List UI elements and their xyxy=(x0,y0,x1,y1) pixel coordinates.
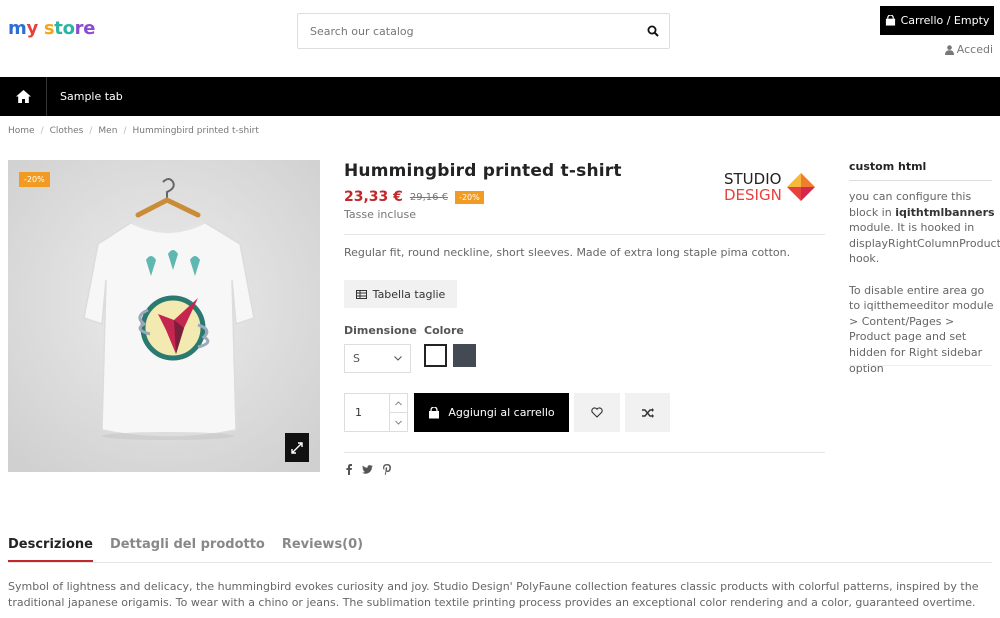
login-label: Accedi xyxy=(956,43,993,56)
home-icon xyxy=(15,90,31,103)
wishlist-button[interactable] xyxy=(574,393,620,432)
product-title: Hummingbird printed t-shirt xyxy=(344,161,622,181)
breadcrumb-separator: / xyxy=(40,126,44,136)
store-logo[interactable]: my store xyxy=(8,18,95,39)
twitter-icon[interactable] xyxy=(362,465,373,474)
chevron-down-icon xyxy=(394,356,402,361)
color-swatch-grey[interactable] xyxy=(453,344,476,367)
search-button[interactable] xyxy=(637,14,669,48)
pinterest-icon[interactable] xyxy=(383,464,391,475)
logo-part: to xyxy=(54,18,75,39)
breadcrumb-separator: / xyxy=(123,126,127,136)
sidebar-text-part: module. It is hooked in displayRightColu… xyxy=(849,221,1000,266)
divider xyxy=(849,180,992,181)
size-select[interactable]: S xyxy=(344,344,411,373)
expand-icon xyxy=(291,441,303,454)
home-nav-button[interactable] xyxy=(0,77,47,116)
tab-dettagli[interactable]: Dettagli del prodotto xyxy=(110,537,265,562)
brand-name: STUDIO DESIGN xyxy=(724,171,782,203)
facebook-icon[interactable] xyxy=(346,464,352,475)
shopping-bag-icon xyxy=(429,406,440,418)
tab-reviews[interactable]: Reviews(0) xyxy=(282,537,363,562)
breadcrumb-clothes[interactable]: Clothes xyxy=(50,126,84,136)
size-chart-button[interactable]: Tabella taglie xyxy=(344,280,457,308)
search-bar[interactable]: Search our catalog xyxy=(297,13,670,49)
brand-line-1: STUDIO xyxy=(724,170,782,188)
size-value: S xyxy=(353,352,360,365)
brand-line-2: DESIGN xyxy=(724,186,782,204)
discount-tag: -20% xyxy=(455,190,484,204)
search-input[interactable]: Search our catalog xyxy=(298,25,637,38)
tab-descrizione[interactable]: Descrizione xyxy=(8,537,93,562)
add-to-cart-label: Aggiungi al carrello xyxy=(448,406,555,419)
breadcrumb-current: Hummingbird printed t-shirt xyxy=(132,126,259,136)
size-label: Dimensione xyxy=(344,324,417,337)
shuffle-icon xyxy=(641,407,654,418)
chevron-up-icon xyxy=(395,400,402,405)
login-link[interactable]: Accedi xyxy=(944,43,993,56)
table-icon xyxy=(355,289,367,299)
current-price: 23,33 € xyxy=(344,189,403,205)
breadcrumb-home[interactable]: Home xyxy=(8,126,35,136)
sidebar-module-name: iqithtmlbanners xyxy=(895,205,995,219)
nav-sample-tab[interactable]: Sample tab xyxy=(47,90,123,103)
divider xyxy=(344,452,825,453)
logo-part: re xyxy=(74,18,96,39)
sidebar-title: custom html xyxy=(849,160,927,173)
main-navbar: Sample tab xyxy=(0,77,1000,116)
color-swatch-white[interactable] xyxy=(424,344,447,367)
divider xyxy=(849,365,992,366)
quantity-value[interactable]: 1 xyxy=(345,394,389,431)
logo-part: m xyxy=(8,18,27,39)
color-label: Colore xyxy=(424,324,464,337)
search-icon xyxy=(647,25,659,37)
compare-button[interactable] xyxy=(625,393,670,432)
price-block: 23,33 € 29,16 € -20% xyxy=(344,189,484,205)
diamond-icon xyxy=(786,173,815,201)
chevron-down-icon xyxy=(395,420,402,425)
logo-part: s xyxy=(37,18,55,39)
quantity-increase-button[interactable] xyxy=(390,394,407,413)
sidebar-paragraph: To disable entire area go to iqitthemeed… xyxy=(849,283,994,375)
shopping-bag-icon xyxy=(885,15,895,26)
size-chart-label: Tabella taglie xyxy=(372,287,446,301)
quantity-arrows xyxy=(389,394,407,431)
cart-label: Carrello / Empty xyxy=(900,14,990,27)
breadcrumb: Home / Clothes / Men / Hummingbird print… xyxy=(8,126,259,136)
add-to-cart-button[interactable]: Aggiungi al carrello xyxy=(414,393,569,432)
product-tabs: Descrizione Dettagli del prodotto Review… xyxy=(8,537,363,562)
divider xyxy=(344,234,825,235)
user-icon xyxy=(944,44,954,55)
breadcrumb-men[interactable]: Men xyxy=(98,126,117,136)
social-share xyxy=(346,464,391,475)
short-description: Regular fit, round neckline, short sleev… xyxy=(344,246,791,259)
product-description: Symbol of lightness and delicacy, the hu… xyxy=(8,580,979,609)
product-image[interactable]: -20% xyxy=(8,160,320,472)
cart-button[interactable]: Carrello / Empty xyxy=(880,6,994,35)
discount-badge: -20% xyxy=(19,172,50,187)
heart-icon xyxy=(591,407,603,418)
quantity-decrease-button[interactable] xyxy=(390,413,407,431)
tshirt-image xyxy=(8,160,320,472)
brand-logo[interactable]: STUDIO DESIGN xyxy=(724,171,816,203)
quantity-stepper[interactable]: 1 xyxy=(344,393,408,432)
sidebar-paragraph: you can configure this block in iqithtml… xyxy=(849,189,1000,267)
logo-part: y xyxy=(26,18,38,39)
sidebar-text: you can configure this block in iqithtml… xyxy=(849,189,1000,376)
breadcrumb-separator: / xyxy=(89,126,93,136)
tab-divider xyxy=(8,562,992,563)
expand-image-button[interactable] xyxy=(285,433,309,462)
tax-info: Tasse incluse xyxy=(344,208,416,221)
regular-price: 29,16 € xyxy=(409,191,449,203)
